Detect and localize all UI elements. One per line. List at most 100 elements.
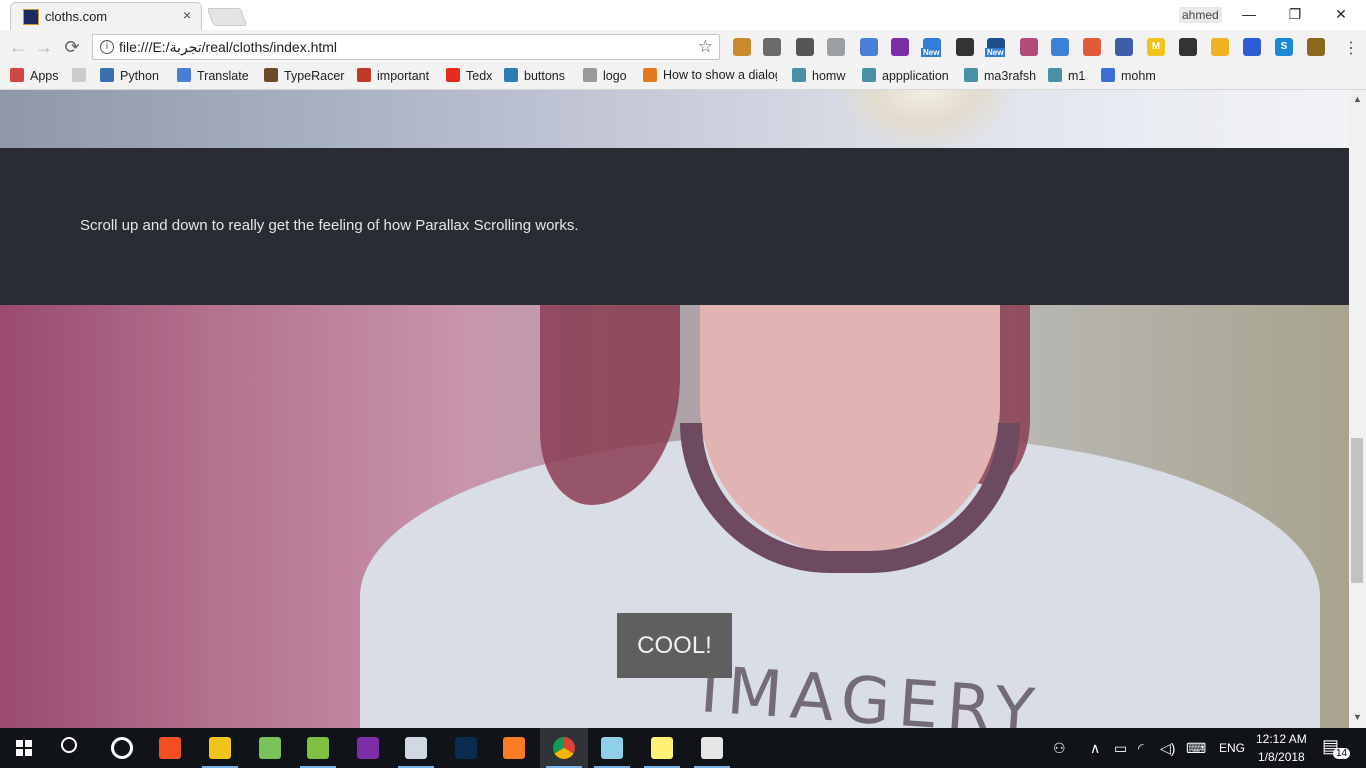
url-text[interactable]: file:///E:/تجربة/real/cloths/index.html [119,39,337,56]
bookmark-item[interactable]: buttons [504,68,565,86]
notepadpp-taskbar-button[interactable] [294,728,342,768]
new-badge: New [921,48,942,57]
photos-taskbar-button[interactable] [392,728,440,768]
xampp-taskbar-button[interactable] [490,728,538,768]
photoshop-icon [455,737,477,759]
android-studio-taskbar-button[interactable] [246,728,294,768]
bulb-icon[interactable] [796,38,814,56]
bookmark-item[interactable]: Apps [10,68,59,86]
bookmark-favicon-icon [643,68,657,82]
bookmark-label: mohm [1121,69,1156,83]
cortana-taskbar-button[interactable] [98,728,146,768]
speed-icon[interactable]: New [985,38,1006,57]
m-icon[interactable]: M [1147,38,1165,56]
bookmark-item[interactable]: ma3rafsh [964,68,1036,86]
wifi-icon[interactable]: ◜ [1138,740,1143,757]
xampp-icon [503,737,525,759]
bookmark-favicon-icon [446,68,460,82]
clock-time[interactable]: 12:12 AM [1256,732,1307,746]
title-bar: cloths.com × ahmed — ❐ ✕ [0,0,1366,30]
bookmark-item[interactable]: homw [792,68,845,86]
bookmark-label: buttons [524,69,566,83]
bookmark-item[interactable]: mohm [1101,68,1156,86]
color-wheel-icon[interactable] [1083,38,1101,56]
close-window-button[interactable]: ✕ [1318,0,1364,30]
new-tab-button[interactable] [206,8,248,26]
calendar-icon[interactable] [1243,38,1261,56]
scroll-up-icon[interactable]: ▲ [1353,94,1362,104]
windows-taskbar: ⚇ ∧ ▭ ◜ ◁) ⌨ ENG 12:12 AM 1/8/2018 ▤ 14 [0,728,1366,768]
parallax-image-bottom: IMAGERY COOL! [0,305,1349,728]
bookmark-label: ma3rafsh [984,69,1037,83]
sticky-notes-taskbar-button[interactable] [638,728,686,768]
start-taskbar-button[interactable] [0,728,48,768]
language-indicator[interactable]: ENG [1219,741,1245,755]
3d-taskbar-button[interactable] [588,728,636,768]
address-bar[interactable]: i file:///E:/تجربة/real/cloths/index.htm… [92,34,720,60]
bookmark-favicon-icon [1101,68,1115,82]
camera-icon[interactable] [763,38,781,56]
bookmark-favicon-icon [72,68,86,82]
paint-taskbar-button[interactable] [688,728,736,768]
bookmark-item[interactable]: m1 [1048,68,1085,86]
onenote-icon[interactable] [891,38,909,56]
clock-date[interactable]: 1/8/2018 [1258,750,1305,764]
page-scrollbar[interactable]: ▲ ▼ [1349,90,1366,728]
cool-button[interactable]: COOL! [617,613,732,678]
bookmark-label: TypeRacer [284,69,345,83]
profile-name[interactable]: ahmed [1179,7,1222,23]
bookmark-item[interactable]: Translate [177,68,249,86]
bookmark-item[interactable]: How to show a dialog [643,68,777,86]
drive-icon[interactable] [1211,38,1229,56]
keyboard-icon[interactable]: ⌨ [1186,740,1206,757]
search-taskbar-button[interactable] [48,728,96,768]
wrench-icon[interactable] [733,38,751,56]
onenote-taskbar-taskbar-button[interactable] [344,728,392,768]
chrome-taskbar-button[interactable] [540,728,588,768]
info-icon[interactable]: i [100,40,114,54]
bookmark-item[interactable] [72,68,92,86]
bookmark-item[interactable]: important [357,68,429,86]
explorer-taskbar-button[interactable] [196,728,244,768]
bookmark-favicon-icon [862,68,876,82]
shield-icon[interactable] [1307,38,1325,56]
bookmark-favicon-icon [357,68,371,82]
volume-icon[interactable]: ◁) [1160,740,1175,757]
bookmark-item[interactable]: Tedx [446,68,492,86]
scroll-down-icon[interactable]: ▼ [1353,712,1362,722]
bookmark-item[interactable]: logo [583,68,627,86]
store-taskbar-button[interactable] [146,728,194,768]
translate-icon[interactable] [860,38,878,56]
scrollbar-thumb[interactable] [1351,438,1363,583]
back-arrow-icon[interactable]: ← [8,37,28,57]
menu-icon[interactable]: ⋮ [1343,38,1359,58]
search-icon [61,737,77,753]
photoshop-taskbar-button[interactable] [442,728,490,768]
forward-arrow-icon[interactable]: → [34,37,54,57]
people-icon[interactable]: ⚇ [1053,740,1066,757]
bookmark-favicon-icon [1048,68,1062,82]
image-icon[interactable] [1020,38,1038,56]
download-icon[interactable] [1051,38,1069,56]
battery-icon[interactable]: ▭ [1114,740,1127,757]
eyedropper-icon[interactable] [1115,38,1133,56]
bookmark-item[interactable]: appplication [862,68,949,86]
dropbox-icon[interactable] [827,38,845,56]
evernote-icon[interactable] [1179,38,1197,56]
s-icon[interactable]: S [1275,38,1293,56]
bookmark-star-icon[interactable]: ☆ [698,37,713,57]
browser-tab[interactable]: cloths.com × [10,2,202,30]
film-icon[interactable] [956,38,974,56]
android-studio-icon [259,737,281,759]
maximize-button[interactable]: ❐ [1272,0,1318,30]
tray-chevron-icon[interactable]: ∧ [1090,740,1100,757]
minimize-button[interactable]: — [1226,0,1272,30]
tab-title: cloths.com [45,9,108,24]
new-badge-icon[interactable]: New [921,38,942,57]
bookmark-item[interactable]: TypeRacer [264,68,344,86]
reload-icon[interactable]: ⟳ [62,37,82,57]
bookmark-label: important [377,69,430,83]
bookmark-item[interactable]: Python [100,68,159,86]
notepadpp-icon [307,737,329,759]
tab-close-icon[interactable]: × [183,7,191,23]
